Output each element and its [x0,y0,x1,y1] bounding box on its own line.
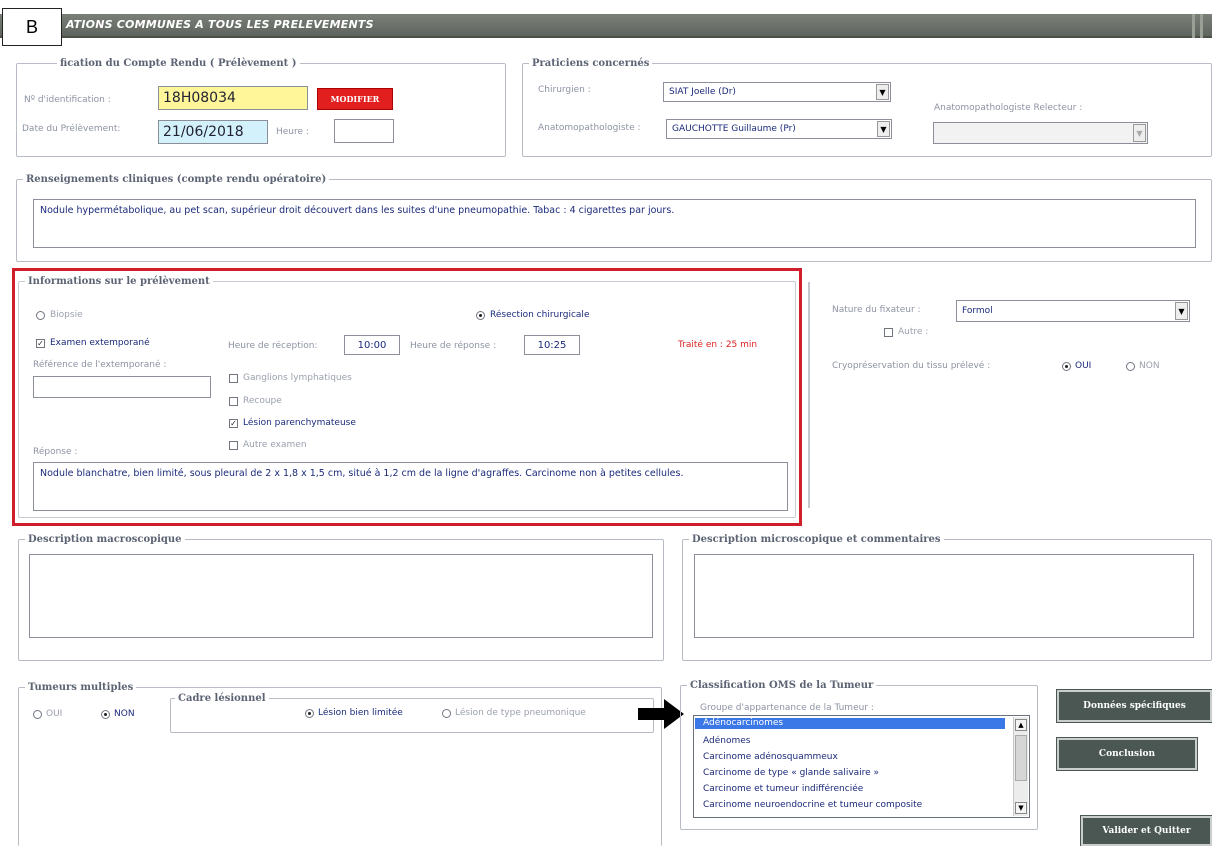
donnees-specifiques-button[interactable]: Données spécifiques [1057,690,1212,722]
dropdown-arrow-icon[interactable]: ▼ [876,84,889,100]
modify-button[interactable]: MODIFIER [317,88,393,110]
header-stripe [1192,14,1195,38]
dropdown-arrow-icon[interactable]: ▼ [1175,302,1188,320]
hour-field[interactable] [334,119,394,143]
list-item[interactable]: Carcinome adénosquammeux [695,752,838,763]
cryo-oui-radio[interactable] [1062,362,1071,371]
extempo-checkbox[interactable]: ✓ [36,339,45,348]
listbox-scrollbar[interactable]: ▲ ▼ [1013,717,1028,816]
extempo-label: Examen extemporané [50,338,150,348]
cryo-oui-label: OUI [1075,361,1092,371]
id-field[interactable]: 18H08034 [158,86,308,110]
checkmark-icon: ✓ [37,339,44,348]
hour-label: Heure : [276,127,309,137]
micro-legend: Description microscopique et commentaire… [692,534,941,545]
reference-label: Référence de l'extemporané : [33,360,167,370]
cryo-non-label: NON [1139,361,1160,371]
section-title: ATIONS COMMUNES A TOUS LES PRELEVEMENTS [66,18,374,31]
macro-textarea[interactable] [29,554,653,638]
traite-status: Traité en : 25 min [678,340,758,350]
lesion-label: Lésion parenchymateuse [243,418,356,428]
fixateur-value: Formol [962,306,993,316]
anapath-value: GAUCHOTTE Guillaume (Pr) [672,124,796,134]
renseignements-textarea[interactable]: Nodule hypermétabolique, au pet scan, su… [33,199,1196,248]
heure-reception-field[interactable]: 10:00 [344,335,400,355]
autre-examen-label: Autre examen [243,440,307,450]
panel-label: B [2,8,62,46]
ganglions-label: Ganglions lymphatiques [243,373,352,383]
tumeurs-legend: Tumeurs multiples [28,682,134,693]
tumeurs-oui-radio[interactable] [33,710,42,719]
pneumonique-radio[interactable] [442,709,451,718]
conclusion-button[interactable]: Conclusion [1057,738,1197,770]
list-item[interactable]: Adénomes [695,736,750,747]
oms-listbox[interactable]: Adénocarcinomes Adénomes Carcinome adéno… [693,715,1030,818]
groupe-label: Groupe d'appartenance de la Tumeur : [700,703,874,713]
lesion-checkbox[interactable]: ✓ [229,419,238,428]
oms-legend: Classification OMS de la Tumeur [690,680,874,691]
relecteur-select[interactable]: ▼ [933,122,1148,144]
bien-limitee-label: Lésion bien limitée [318,708,403,718]
recoupe-checkbox[interactable] [229,397,238,406]
fixateur-label: Nature du fixateur : [832,305,921,315]
valider-quitter-button[interactable]: Valider et Quitter [1081,816,1212,846]
header-stripe [1200,14,1203,38]
chirurgien-select[interactable]: SIAT Joelle (Dr) ▼ [663,82,891,102]
macro-legend: Description macroscopique [28,534,182,545]
date-label: Date du Prélèvement: [22,124,121,134]
scroll-up-icon[interactable]: ▲ [1015,719,1027,731]
reponse-textarea[interactable]: Nodule blanchatre, bien limité, sous ple… [33,462,788,511]
autre-examen-checkbox[interactable] [229,441,238,450]
reponse-label: Réponse : [33,447,78,457]
anapath-label: Anatomopathologiste : [538,123,641,133]
micro-textarea[interactable] [694,554,1194,638]
dropdown-arrow-icon[interactable]: ▼ [1133,124,1146,142]
biopsie-radio[interactable] [36,311,45,320]
reference-field[interactable] [33,376,211,398]
chirurgien-label: Chirurgien : [538,85,591,95]
relecteur-label: Anatomopathologiste Relecteur : [934,103,1083,113]
tumeurs-oui-label: OUI [46,709,63,719]
tumeurs-non-label: NON [114,709,135,719]
cryo-label: Cryopréservation du tissu prélevé : [832,361,991,371]
identification-legend: fication du Compte Rendu ( Prélèvement ) [60,58,297,69]
scrollbar-thumb[interactable] [1015,735,1027,781]
recoupe-label: Recoupe [243,396,282,406]
pneumonique-label: Lésion de type pneumonique [455,708,586,718]
tumeurs-non-radio[interactable] [101,710,110,719]
resection-label: Résection chirurgicale [490,310,590,320]
date-field[interactable]: 21/06/2018 [158,120,268,144]
checkmark-icon: ✓ [230,419,237,428]
chirurgien-value: SIAT Joelle (Dr) [669,87,736,97]
biopsie-label: Biopsie [50,310,83,320]
cadre-legend: Cadre lésionnel [178,693,266,704]
vertical-separator [808,282,810,508]
heure-reponse-label: Heure de réponse : [410,341,497,351]
fixateur-select[interactable]: Formol ▼ [956,300,1190,322]
resection-radio[interactable] [476,311,485,320]
anapath-select[interactable]: GAUCHOTTE Guillaume (Pr) ▼ [666,119,892,139]
prelevement-legend: Informations sur le prélèvement [28,276,210,287]
list-item[interactable]: Carcinome neuroendocrine et tumeur compo… [695,800,922,811]
ganglions-checkbox[interactable] [229,374,238,383]
list-item[interactable]: Adénocarcinomes [695,718,1005,729]
heure-reception-label: Heure de réception: [228,341,318,351]
cryo-non-radio[interactable] [1126,362,1135,371]
fixateur-autre-label: Autre : [898,327,929,337]
fixateur-autre-checkbox[interactable] [884,328,893,337]
renseignements-legend: Renseignements cliniques (compte rendu o… [26,174,327,185]
heure-reponse-field[interactable]: 10:25 [524,335,580,355]
praticiens-legend: Praticiens concernés [532,58,650,69]
dropdown-arrow-icon[interactable]: ▼ [877,121,890,137]
list-item[interactable]: Carcinome et tumeur indifférenciée [695,784,863,795]
bien-limitee-radio[interactable] [305,709,314,718]
scroll-down-icon[interactable]: ▼ [1015,802,1027,814]
pointer-arrow-icon [638,699,684,729]
list-item[interactable]: Carcinome de type « glande salivaire » [695,768,879,779]
id-label: Nº d'identification : [24,95,111,105]
